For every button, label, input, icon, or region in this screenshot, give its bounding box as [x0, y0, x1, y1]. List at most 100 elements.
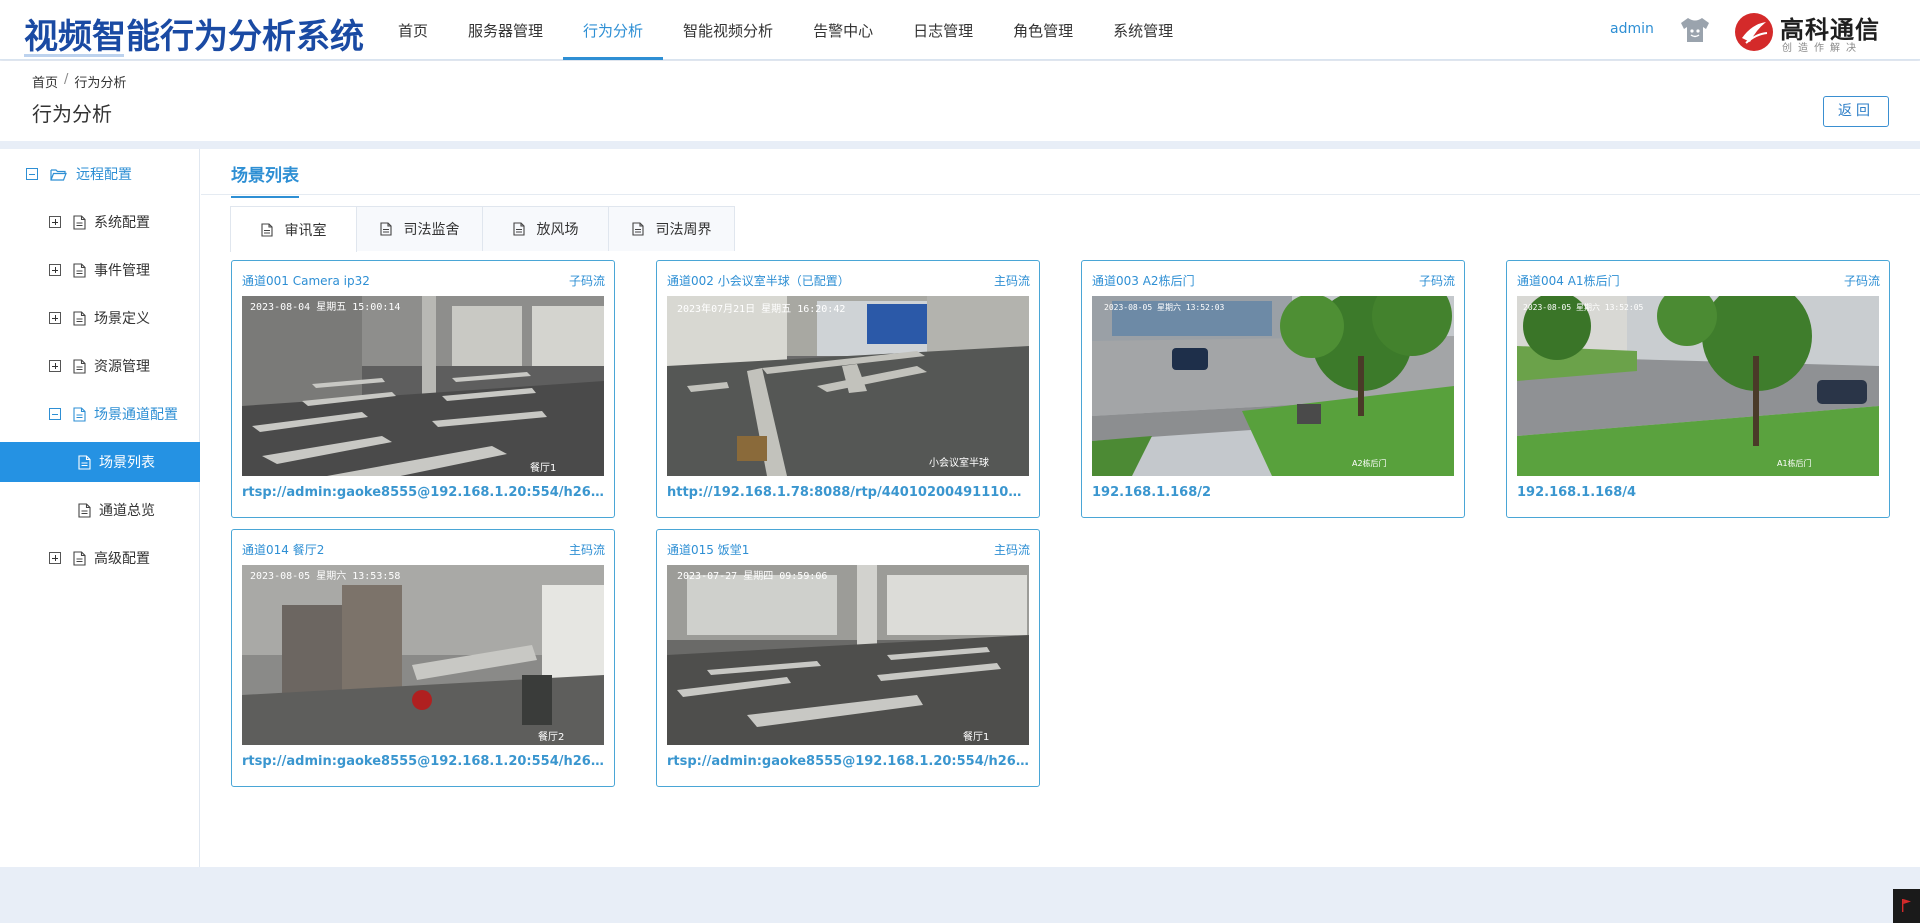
breadcrumb: 首页 / 行为分析 — [32, 72, 126, 91]
user-name[interactable]: admin — [1610, 21, 1654, 37]
main-nav: 首页 服务器管理 行为分析 智能视频分析 告警中心 日志管理 角色管理 系统管理 — [378, 0, 1193, 60]
stream-url[interactable]: http://192.168.1.78:8088/rtp/44010200491… — [667, 485, 1029, 500]
document-icon — [512, 222, 525, 236]
video-timestamp: 2023-08-05 星期六 13:52:03 — [1104, 302, 1225, 312]
nav-smart-video-analysis[interactable]: 智能视频分析 — [663, 0, 793, 60]
tree-item-scene-definition[interactable]: 场景定义 — [49, 298, 150, 338]
document-icon — [73, 550, 86, 566]
camera-frame-image: 2023-07-27 星期四 09:59:06 餐厅1 — [667, 565, 1029, 745]
document-icon — [379, 222, 392, 236]
scene-tab-label: 审讯室 — [284, 222, 327, 239]
video-timestamp: 2023-07-27 星期四 09:59:06 — [677, 570, 827, 582]
stream-url[interactable]: 192.168.1.168/2 — [1092, 485, 1454, 500]
video-preview[interactable]: 2023-08-05 星期六 13:53:58 餐厅2 — [242, 565, 604, 745]
document-icon — [73, 310, 86, 326]
main-panel: 远程配置 系统配置 事件管理 场景定义 资源管理 场景通道配置 场景列表 通道总… — [0, 149, 1920, 867]
camera-frame-image: 2023-08-05 星期六 13:52:05 A1栋后门 — [1517, 296, 1879, 476]
channel-name: 通道014 餐厅2 — [242, 543, 325, 557]
document-icon — [78, 454, 91, 470]
tree-item-channel-overview[interactable]: 通道总览 — [78, 490, 155, 530]
stream-type[interactable]: 主码流 — [994, 541, 1030, 558]
stream-type[interactable]: 子码流 — [1419, 272, 1455, 289]
title-underline — [24, 54, 124, 57]
channel-name: 通道002 小会议室半球（已配置） — [667, 274, 850, 288]
scene-tabs: 审讯室 司法监舍 放风场 司法周界 — [230, 206, 735, 252]
video-preview[interactable]: 2023-08-04 星期五 15:00:14 餐厅1 — [242, 296, 604, 476]
document-icon — [73, 262, 86, 278]
card-header: 通道001 Camera ip32 子码流 — [242, 272, 605, 288]
tree-item-label: 系统配置 — [94, 215, 150, 231]
expand-icon — [49, 312, 61, 324]
scene-tab-label: 放风场 — [536, 222, 579, 238]
tree-root-remote-config[interactable]: 远程配置 — [26, 154, 132, 194]
video-timestamp: 2023年07月21日 星期五 16:20:42 — [677, 302, 845, 315]
content-area: 场景列表 审讯室 司法监舍 放风场 司法周界 通道001 Camera ip32… — [201, 149, 1920, 867]
back-button[interactable]: 返回 — [1823, 96, 1889, 127]
stream-type[interactable]: 主码流 — [569, 541, 605, 558]
flag-button[interactable] — [1893, 889, 1920, 923]
breadcrumb-home[interactable]: 首页 — [32, 72, 58, 91]
stream-type[interactable]: 子码流 — [569, 272, 605, 289]
document-icon — [78, 502, 91, 518]
tree-item-label: 场景定义 — [94, 311, 150, 327]
document-icon — [73, 406, 86, 422]
channel-card[interactable]: 通道014 餐厅2 主码流 2023-08-05 星期六 13:53:58 餐厅… — [231, 529, 615, 787]
stream-url[interactable]: 192.168.1.168/4 — [1517, 485, 1879, 500]
stream-type[interactable]: 主码流 — [994, 272, 1030, 289]
scene-tab-label: 司法监舍 — [403, 222, 460, 238]
video-timestamp: 2023-08-05 星期六 13:53:58 — [250, 570, 400, 582]
channel-card[interactable]: 通道002 小会议室半球（已配置） 主码流 2023年07月21日 星期五 16… — [656, 260, 1040, 518]
scene-tab-interrogation-room[interactable]: 审讯室 — [230, 206, 357, 252]
tree-root-label: 远程配置 — [76, 167, 132, 183]
tree-item-scene-channel-config[interactable]: 场景通道配置 — [49, 394, 178, 434]
stream-url[interactable]: rtsp://admin:gaoke8555@192.168.1.20:554/… — [242, 754, 604, 769]
document-icon — [631, 222, 644, 236]
nav-alarm-center[interactable]: 告警中心 — [793, 0, 893, 60]
nav-server-management[interactable]: 服务器管理 — [448, 0, 563, 60]
tree-item-event-management[interactable]: 事件管理 — [49, 250, 150, 290]
channel-card[interactable]: 通道015 饭堂1 主码流 2023-07-27 星期四 09:59:06 餐厅… — [656, 529, 1040, 787]
stream-url[interactable]: rtsp://admin:gaoke8555@192.168.1.20:554/… — [667, 754, 1029, 769]
nav-system-management[interactable]: 系统管理 — [1093, 0, 1193, 60]
tree-item-resource-management[interactable]: 资源管理 — [49, 346, 150, 386]
channel-card[interactable]: 通道004 A1栋后门 子码流 2023-08-05 星期六 13:52:05 — [1506, 260, 1890, 518]
tree-item-label: 场景通道配置 — [94, 407, 178, 423]
video-preview[interactable]: 2023-08-05 星期六 13:52:03 A2栋后门 — [1092, 296, 1454, 476]
tree-item-advanced-config[interactable]: 高级配置 — [49, 538, 150, 578]
tab-scene-list[interactable]: 场景列表 — [231, 161, 299, 198]
tree-item-label: 通道总览 — [99, 503, 155, 519]
app-title: 视频智能行为分析系统 — [24, 17, 364, 57]
scene-tab-judicial-perimeter[interactable]: 司法周界 — [608, 206, 735, 251]
top-header: 视频智能行为分析系统 首页 服务器管理 行为分析 智能视频分析 告警中心 日志管… — [0, 0, 1920, 60]
tree-item-system-config[interactable]: 系统配置 — [49, 202, 150, 242]
video-corner-label: 餐厅1 — [530, 461, 556, 474]
breadcrumb-current: 行为分析 — [74, 76, 127, 91]
video-corner-label: A1栋后门 — [1777, 458, 1812, 468]
flag-icon — [1902, 899, 1911, 912]
video-preview[interactable]: 2023年07月21日 星期五 16:20:42 小会议室半球 — [667, 296, 1029, 476]
channel-card[interactable]: 通道003 A2栋后门 子码流 2023-08-05 星期六 13:52:03 … — [1081, 260, 1465, 518]
nav-home[interactable]: 首页 — [378, 0, 448, 60]
tree-item-label: 场景列表 — [99, 455, 155, 471]
nav-behavior-analysis[interactable]: 行为分析 — [563, 0, 664, 60]
logo-mark — [1735, 13, 1773, 51]
breadcrumb-separator: / — [64, 72, 69, 87]
scene-tab-exercise-yard[interactable]: 放风场 — [482, 206, 609, 251]
tree-item-label: 高级配置 — [94, 551, 150, 567]
collapse-icon — [49, 408, 61, 420]
stream-type[interactable]: 子码流 — [1844, 272, 1880, 289]
video-preview[interactable]: 2023-08-05 星期六 13:52:05 A1栋后门 — [1517, 296, 1879, 476]
card-header: 通道002 小会议室半球（已配置） 主码流 — [667, 272, 1030, 288]
nav-role-management[interactable]: 角色管理 — [993, 0, 1093, 60]
channel-card[interactable]: 通道001 Camera ip32 子码流 2023-08-04 星期五 15:… — [231, 260, 615, 518]
shirt-icon[interactable] — [1679, 16, 1711, 44]
stream-url[interactable]: rtsp://admin:gaoke8555@192.168.1.20:554/… — [242, 485, 604, 500]
video-corner-label: 餐厅1 — [963, 730, 989, 743]
video-preview[interactable]: 2023-07-27 星期四 09:59:06 餐厅1 — [667, 565, 1029, 745]
scene-tab-judicial-cell[interactable]: 司法监舍 — [356, 206, 483, 251]
video-timestamp: 2023-08-04 星期五 15:00:14 — [250, 301, 400, 313]
camera-frame-image: 2023-08-04 星期五 15:00:14 餐厅1 — [242, 296, 604, 476]
collapse-icon — [26, 168, 38, 180]
tree-item-scene-list[interactable]: 场景列表 — [0, 442, 200, 482]
nav-log-management[interactable]: 日志管理 — [893, 0, 993, 60]
